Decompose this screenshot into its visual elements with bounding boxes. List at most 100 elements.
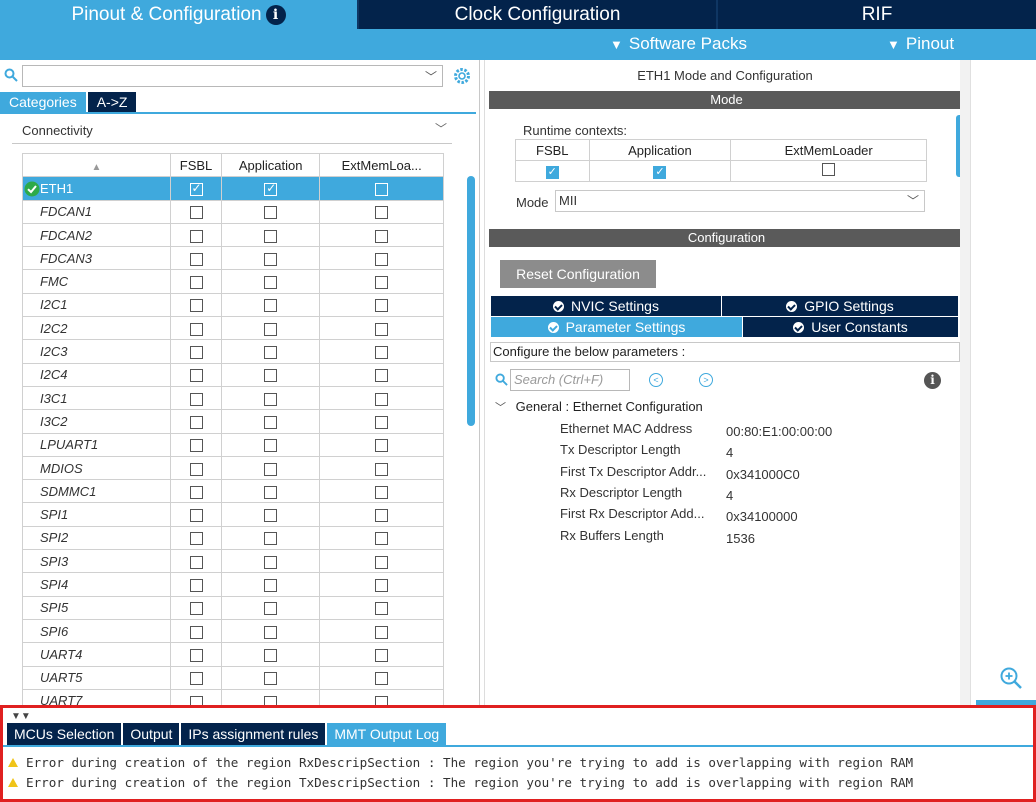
context-checkbox[interactable]: [375, 322, 389, 336]
context-checkbox[interactable]: [189, 322, 203, 336]
mode-select[interactable]: MII ﹀: [555, 190, 925, 212]
column-header[interactable]: ExtMemLoa...: [319, 152, 444, 178]
ip-name-cell[interactable]: I2C3: [22, 339, 171, 364]
context-checkbox[interactable]: [189, 625, 203, 639]
ip-table-row[interactable]: I2C1: [22, 292, 444, 318]
context-checkbox[interactable]: [189, 579, 203, 593]
context-checkbox[interactable]: [264, 299, 278, 313]
tab-user-constants[interactable]: User Constants: [743, 317, 958, 337]
chevron-down-icon[interactable]: ﹀: [907, 191, 919, 211]
context-checkbox[interactable]: [264, 485, 278, 499]
context-checkbox[interactable]: [375, 439, 389, 453]
ip-table-row[interactable]: I2C4: [22, 362, 444, 387]
context-checkbox[interactable]: [264, 532, 278, 546]
ip-table-row[interactable]: I3C2: [22, 409, 444, 434]
ip-table-row[interactable]: SPI1: [22, 502, 444, 527]
ip-table-row[interactable]: FDCAN1: [22, 199, 444, 224]
context-checkbox[interactable]: [189, 206, 203, 220]
chevron-down-icon[interactable]: ﹀: [495, 402, 506, 414]
ip-name-cell[interactable]: SPI3: [22, 549, 171, 574]
parameter-search-input[interactable]: Search (Ctrl+F): [510, 369, 630, 391]
chevron-down-icon[interactable]: ﹀: [425, 68, 437, 85]
context-checkbox[interactable]: [189, 369, 203, 383]
context-checkbox[interactable]: [375, 462, 389, 476]
ip-name-cell[interactable]: ETH1: [22, 176, 171, 201]
context-checkbox[interactable]: [189, 462, 203, 476]
parameter-value[interactable]: 1536: [726, 531, 755, 546]
context-checkbox[interactable]: [189, 346, 203, 360]
parameter-row[interactable]: Ethernet MAC Address 00:80:E1:00:00:00: [560, 421, 832, 439]
context-checkbox[interactable]: [375, 252, 389, 266]
context-checkbox[interactable]: [375, 415, 389, 429]
context-checkbox[interactable]: [375, 648, 389, 662]
tab-gpio-settings[interactable]: GPIO Settings: [722, 296, 958, 316]
context-checkbox[interactable]: [264, 206, 278, 220]
context-checkbox[interactable]: [189, 252, 203, 266]
context-checkbox[interactable]: [375, 276, 389, 290]
context-checkbox[interactable]: [264, 672, 278, 686]
ip-table-row[interactable]: UART4: [22, 642, 444, 667]
sort-column-header[interactable]: ▲: [22, 152, 171, 178]
ip-table-row[interactable]: LPUART1: [22, 432, 444, 457]
context-checkbox[interactable]: [264, 252, 278, 266]
context-checkbox[interactable]: [189, 555, 203, 569]
context-checkbox[interactable]: [264, 579, 278, 593]
parameter-row[interactable]: Tx Descriptor Length 4: [560, 442, 733, 460]
column-header[interactable]: FSBL: [169, 152, 223, 178]
context-checkbox[interactable]: [189, 276, 203, 290]
context-checkbox[interactable]: [375, 346, 389, 360]
tab-mmt-output-log[interactable]: MMT Output Log: [327, 723, 447, 745]
ip-table-row[interactable]: SDMMC1: [22, 479, 444, 504]
ip-table-row[interactable]: SPI2: [22, 525, 444, 551]
ip-search-input[interactable]: ﹀: [22, 65, 443, 87]
panel-splitter[interactable]: [960, 60, 970, 705]
ip-table-row[interactable]: MDIOS: [22, 455, 444, 481]
parameter-value[interactable]: 4: [726, 488, 733, 503]
context-checkbox[interactable]: [264, 276, 278, 290]
ip-table-row[interactable]: I2C2: [22, 316, 444, 341]
context-checkbox[interactable]: [189, 509, 203, 523]
context-checkbox[interactable]: [189, 415, 203, 429]
context-checkbox[interactable]: [264, 415, 278, 429]
context-checkbox[interactable]: [375, 555, 389, 569]
tab-mcus-selection[interactable]: MCUs Selection: [7, 723, 122, 745]
ip-name-cell[interactable]: I2C1: [22, 292, 171, 318]
ip-table-row[interactable]: SPI4: [22, 572, 444, 597]
next-match-button[interactable]: >: [699, 373, 713, 387]
parameter-row[interactable]: Rx Buffers Length 1536: [560, 528, 755, 546]
parameter-row[interactable]: First Tx Descriptor Addr... 0x341000C0: [560, 464, 800, 482]
ip-table-row[interactable]: FDCAN2: [22, 222, 444, 248]
ip-name-cell[interactable]: SPI5: [22, 595, 171, 620]
ip-table-row[interactable]: UART5: [22, 665, 444, 690]
parameter-value[interactable]: 0x34100000: [726, 509, 798, 524]
context-checkbox[interactable]: [189, 602, 203, 616]
context-checkbox[interactable]: [264, 346, 278, 360]
ip-name-cell[interactable]: UART5: [22, 665, 171, 690]
ip-table-row[interactable]: FMC: [22, 269, 444, 294]
zoom-in-icon[interactable]: [999, 666, 1023, 690]
ip-name-cell[interactable]: SPI1: [22, 502, 171, 527]
software-packs-menu[interactable]: ▼ Software Packs: [610, 34, 747, 54]
context-checkbox[interactable]: [264, 369, 278, 383]
context-checkbox[interactable]: [375, 672, 389, 686]
context-checkbox[interactable]: [375, 299, 389, 313]
pinout-menu[interactable]: ▼ Pinout: [887, 34, 954, 54]
ip-name-cell[interactable]: LPUART1: [22, 432, 171, 457]
ip-name-cell[interactable]: FMC: [22, 269, 171, 294]
ip-table-row[interactable]: SPI3: [22, 549, 444, 574]
context-checkbox[interactable]: [264, 439, 278, 453]
column-header[interactable]: Application: [221, 152, 321, 178]
tab-pinout-configuration[interactable]: Pinout & Configuration i: [0, 0, 357, 29]
context-checkbox[interactable]: [264, 229, 278, 243]
category-connectivity[interactable]: Connectivity ﹀: [12, 116, 452, 144]
context-checkbox[interactable]: [264, 509, 278, 523]
context-checkbox[interactable]: [375, 579, 389, 593]
context-checkbox[interactable]: [375, 485, 389, 499]
context-checkbox[interactable]: [189, 532, 203, 546]
parameter-row[interactable]: First Rx Descriptor Add... 0x34100000: [560, 506, 798, 524]
ip-name-cell[interactable]: SPI6: [22, 618, 171, 644]
context-checkbox[interactable]: [264, 555, 278, 569]
collapse-icon[interactable]: ▼▼: [11, 711, 31, 722]
context-checkbox[interactable]: [375, 602, 389, 616]
info-icon[interactable]: i: [924, 372, 941, 389]
